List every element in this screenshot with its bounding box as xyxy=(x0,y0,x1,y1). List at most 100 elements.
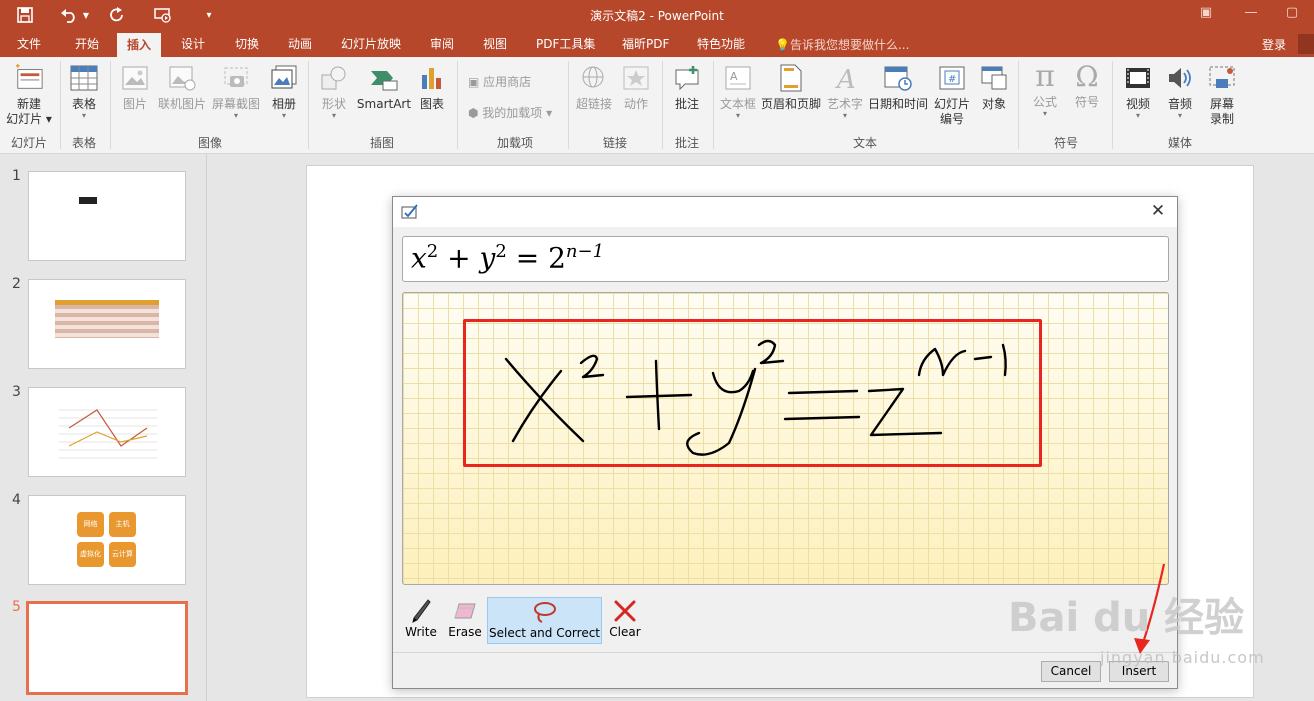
group-label-text: 文本 xyxy=(852,136,877,150)
globe-link-icon xyxy=(579,63,609,93)
screenshot-button[interactable]: 屏幕截图 ▾ xyxy=(210,63,262,120)
screen-recording-button[interactable]: 屏幕 录制 xyxy=(1202,63,1242,127)
window-title: 演示文稿2 - PowerPoint xyxy=(590,9,724,23)
smartart-button[interactable]: SmartArt xyxy=(356,63,412,112)
equation-preview: x2 + y2 = 2n−1 xyxy=(402,236,1169,282)
shapes-button[interactable]: 形状 ▾ xyxy=(314,63,354,120)
cancel-button[interactable]: Cancel xyxy=(1041,661,1101,682)
slide-thumbnail-4[interactable]: 网络 主机 虚拟化 云计算 xyxy=(28,495,186,585)
action-star-icon xyxy=(621,63,651,93)
tab-features[interactable]: 特色功能 xyxy=(697,35,745,52)
object-icon xyxy=(979,63,1009,93)
group-separator xyxy=(308,61,309,149)
share-icon[interactable] xyxy=(1298,34,1314,54)
eraser-icon xyxy=(445,597,485,625)
shapes-icon xyxy=(319,63,349,93)
slide-thumbnail-2[interactable] xyxy=(28,279,186,369)
svg-text:#: # xyxy=(948,74,956,85)
tab-pdf-tools[interactable]: PDF工具集 xyxy=(536,35,595,52)
slide-thumbnail-1[interactable] xyxy=(28,171,186,261)
header-footer-icon xyxy=(776,63,806,93)
slide-thumbnails-pane: 1 2 3 4 网络 主机 虚拟化 云计算 5 xyxy=(0,154,207,701)
thumb-4-box: 虚拟化 xyxy=(77,542,104,567)
hyperlink-button[interactable]: 超链接 xyxy=(574,63,614,112)
equation-button[interactable]: π 公式 ▾ xyxy=(1024,61,1066,118)
dialog-footer: Cancel Insert xyxy=(393,652,1177,688)
screenshot-icon xyxy=(221,63,251,93)
new-slide-icon xyxy=(14,63,44,93)
group-label-illustrations: 插图 xyxy=(369,136,394,150)
erase-tool-button[interactable]: Erase xyxy=(445,597,485,644)
write-tool-button[interactable]: Write xyxy=(403,597,439,644)
ribbon-tabs: 文件 开始 插入 设计 切换 动画 幻灯片放映 审阅 视图 PDF工具集 福昕P… xyxy=(0,30,1314,57)
tab-transitions[interactable]: 切换 xyxy=(235,35,259,52)
action-button[interactable]: 动作 xyxy=(616,63,656,112)
group-separator xyxy=(713,61,714,149)
tell-me-box[interactable]: 💡告诉我您想要做什么... xyxy=(775,36,909,53)
dialog-title-bar: ✕ xyxy=(393,197,1177,227)
pen-icon xyxy=(403,597,439,625)
table-button[interactable]: 表格 ▾ xyxy=(64,63,104,120)
date-time-button[interactable]: 日期和时间 xyxy=(866,63,930,112)
header-footer-button[interactable]: 页眉和页脚 xyxy=(760,63,822,112)
symbol-button[interactable]: Ω 符号 xyxy=(1066,61,1108,110)
online-picture-icon xyxy=(167,63,197,93)
picture-icon xyxy=(120,63,150,93)
slide-number-button[interactable]: # 幻灯片 编号 xyxy=(930,63,974,127)
tab-view[interactable]: 视图 xyxy=(483,35,507,52)
comment-button[interactable]: 批注 xyxy=(666,63,708,112)
handwriting-area[interactable] xyxy=(402,292,1169,585)
clear-tool-button[interactable]: Clear xyxy=(607,597,643,644)
table-icon xyxy=(69,63,99,93)
ribbon-display-icon[interactable]: ▣ xyxy=(1196,5,1216,25)
tab-file[interactable]: 文件 xyxy=(17,35,41,52)
pi-icon: π xyxy=(1035,58,1055,94)
group-label-comments: 批注 xyxy=(674,136,699,150)
minimize-icon[interactable]: — xyxy=(1241,5,1261,25)
tab-design[interactable]: 设计 xyxy=(181,35,205,52)
tab-foxit-pdf[interactable]: 福昕PDF xyxy=(622,35,669,52)
group-separator xyxy=(457,61,458,149)
app-store-button[interactable]: ▣ 应用商店 xyxy=(468,73,531,90)
tab-home[interactable]: 开始 xyxy=(75,35,99,52)
smartart-icon xyxy=(369,63,399,93)
slide-thumbnail-3[interactable] xyxy=(28,387,186,477)
wordart-button[interactable]: A 艺术字 ▾ xyxy=(824,63,866,120)
slide-number-4: 4 xyxy=(12,492,21,508)
ribbon: 新建 幻灯片 ▾ 幻灯片 表格 ▾ 表格 图片 联机图片 屏幕截图 ▾ 相册 ▾ 图像 xyxy=(0,57,1314,154)
login-link[interactable]: 登录 xyxy=(1262,36,1286,53)
thumb-3-chart xyxy=(59,409,157,459)
my-addins-button[interactable]: ⬢ 我的加载项 ▾ xyxy=(468,104,552,121)
textbox-button[interactable]: A 文本框 ▾ xyxy=(716,63,760,120)
close-icon[interactable]: ✕ xyxy=(1149,201,1167,221)
chart-button[interactable]: 图表 xyxy=(414,63,450,112)
omega-icon: Ω xyxy=(1075,59,1099,93)
video-button[interactable]: 视频 ▾ xyxy=(1118,63,1158,120)
select-correct-tool-button[interactable]: Select and Correct xyxy=(487,597,602,644)
slide-number-2: 2 xyxy=(12,276,21,292)
calendar-clock-icon xyxy=(883,63,913,93)
addins-icon: ⬢ xyxy=(468,106,483,120)
tab-slideshow[interactable]: 幻灯片放映 xyxy=(341,35,401,52)
maximize-icon[interactable]: ▢ xyxy=(1282,5,1302,25)
group-separator xyxy=(662,61,663,149)
tab-animations[interactable]: 动画 xyxy=(288,35,312,52)
thumb-4-box: 云计算 xyxy=(109,542,136,567)
svg-text:A: A xyxy=(730,70,738,83)
slide-thumbnail-5[interactable] xyxy=(26,601,188,695)
picture-button[interactable]: 图片 xyxy=(116,63,154,112)
lightbulb-icon: 💡 xyxy=(775,38,790,52)
slide-number-5: 5 xyxy=(12,599,21,615)
textbox-icon: A xyxy=(723,63,753,93)
photo-album-button[interactable]: 相册 ▾ xyxy=(264,63,304,120)
object-button[interactable]: 对象 xyxy=(976,63,1012,112)
thumb-2-table xyxy=(55,300,159,338)
new-slide-button[interactable]: 新建 幻灯片 ▾ xyxy=(4,63,54,127)
tab-review[interactable]: 审阅 xyxy=(430,35,454,52)
store-icon: ▣ xyxy=(468,75,484,89)
audio-button[interactable]: 音频 ▾ xyxy=(1160,63,1200,120)
slide-number-icon: # xyxy=(937,63,967,93)
slide-number-1: 1 xyxy=(12,168,21,184)
online-picture-button[interactable]: 联机图片 xyxy=(156,63,208,112)
tab-insert[interactable]: 插入 xyxy=(117,33,162,57)
